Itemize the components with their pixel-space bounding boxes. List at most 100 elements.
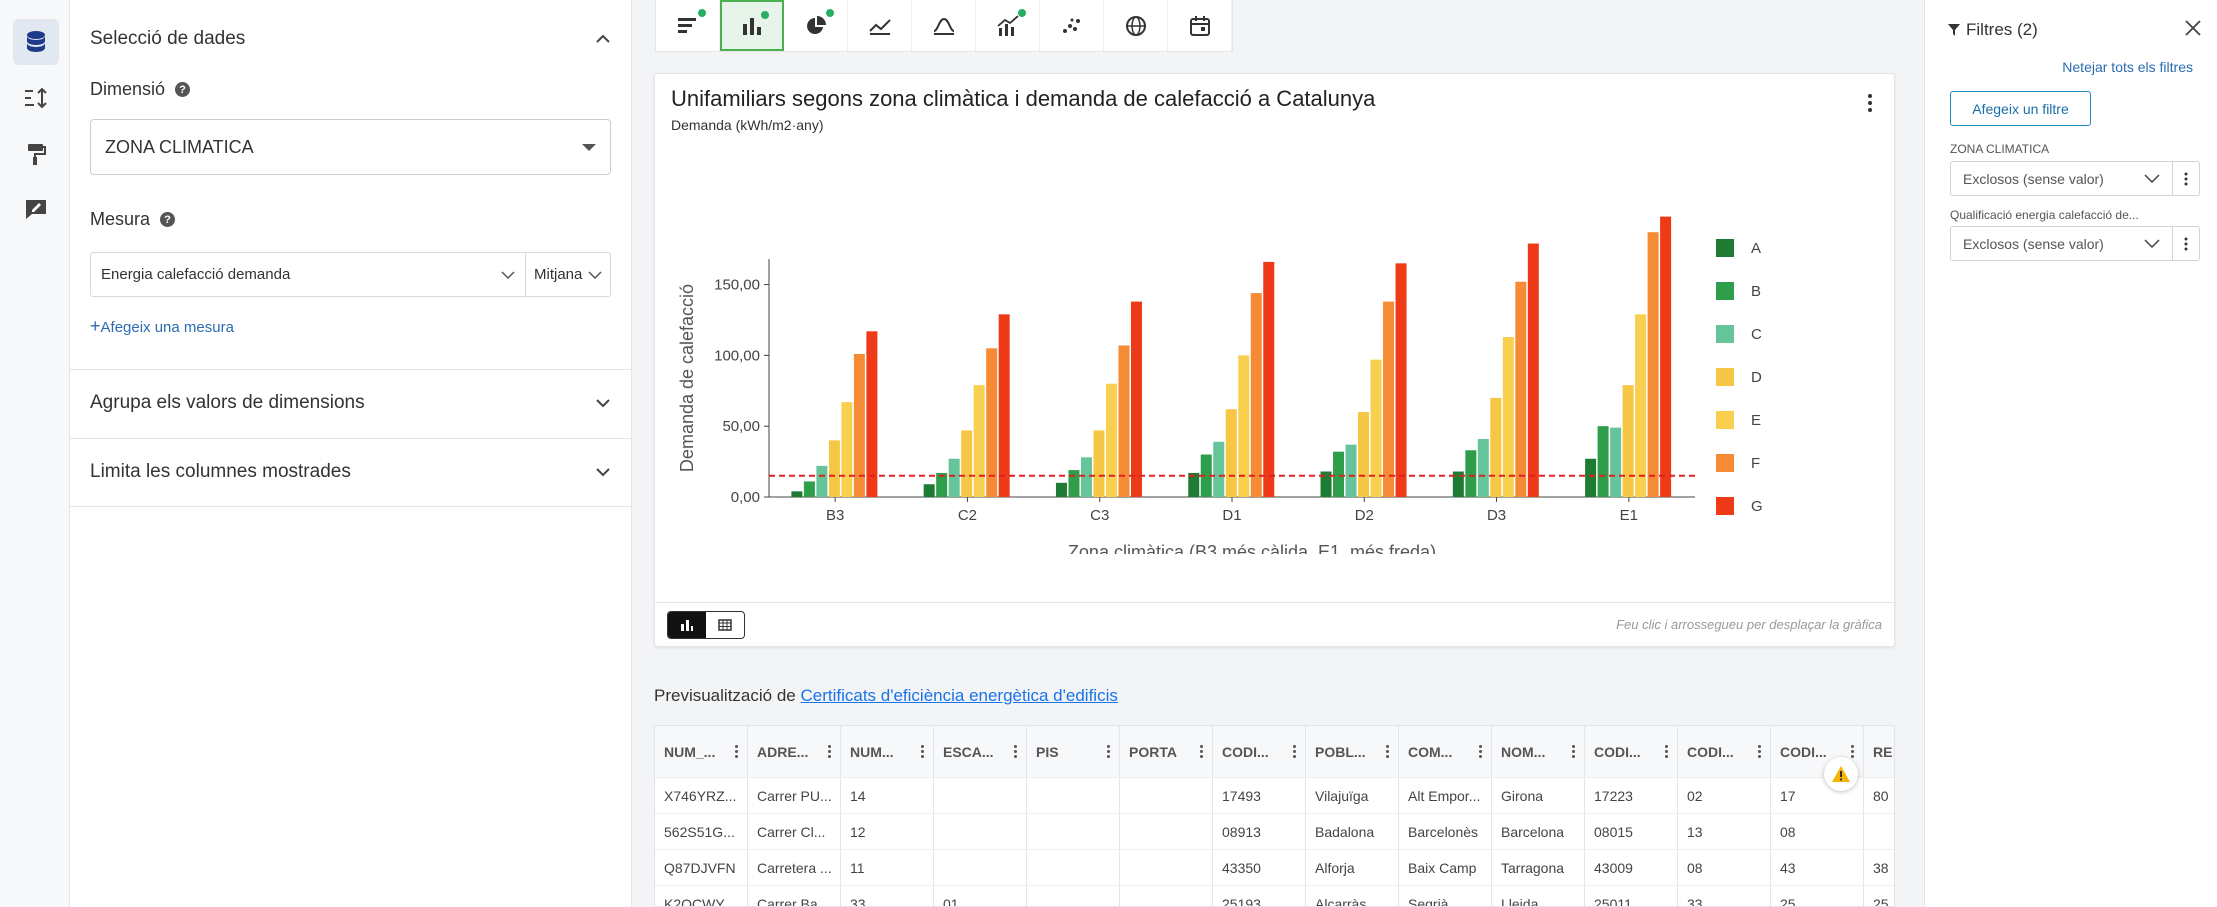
divider	[70, 506, 631, 507]
database-icon[interactable]	[13, 19, 59, 65]
dataset-link[interactable]: Certificats d'eficiència energètica d'ed…	[800, 686, 1117, 705]
preview-prefix: Previsualització de	[654, 686, 796, 705]
table-row[interactable]: X746YRZ... Carrer PU... 14 17493 Vilajuïga Al…	[655, 778, 1894, 814]
data-selection-header[interactable]: Selecció de dades	[90, 28, 611, 50]
column-header[interactable]: ESCA...	[934, 726, 1027, 777]
column-header[interactable]: RE	[1864, 726, 1894, 777]
dropdown-arrow-icon	[582, 143, 596, 151]
bar	[973, 385, 985, 497]
chart-type-scatter[interactable]	[1040, 0, 1104, 51]
plus-icon: +	[90, 316, 101, 336]
chart-type-line[interactable]	[848, 0, 912, 51]
chart-view-button[interactable]	[668, 612, 706, 638]
column-header[interactable]: CODI...	[1678, 726, 1771, 777]
table-cell: Badalona	[1306, 814, 1399, 849]
x-tick-label: C3	[1090, 507, 1109, 524]
column-menu-icon[interactable]	[735, 745, 738, 758]
table-cell: 01	[934, 886, 1027, 906]
chart-type-pie[interactable]	[784, 0, 848, 51]
column-menu-icon[interactable]	[828, 745, 831, 758]
divider	[70, 438, 631, 439]
filters-panel: Filtres (2) Netejar tots els filtres Afe…	[1924, 0, 2217, 907]
bar	[791, 491, 803, 497]
group-values-header[interactable]: Agrupa els valors de dimensions	[90, 392, 611, 414]
chevron-down-icon	[501, 270, 515, 279]
limit-columns-header[interactable]: Limita les columnes mostrades	[90, 461, 611, 483]
table-cell: 08015	[1585, 814, 1678, 849]
filter-value-select[interactable]: Exclosos (sense valor)	[1951, 227, 2172, 260]
column-header[interactable]: PORTA	[1120, 726, 1213, 777]
warning-icon[interactable]	[1824, 757, 1858, 791]
table-icon	[718, 619, 732, 631]
y-tick-label: 150,00	[714, 277, 760, 294]
close-icon[interactable]	[2183, 18, 2203, 38]
column-header[interactable]: CODI...	[1585, 726, 1678, 777]
column-menu-icon[interactable]	[1014, 745, 1017, 758]
column-header[interactable]: POBL...	[1306, 726, 1399, 777]
filter-value-select[interactable]: Exclosos (sense valor)	[1951, 162, 2172, 195]
help-icon[interactable]: ?	[160, 212, 176, 227]
column-header[interactable]: NUM...	[841, 726, 934, 777]
column-header[interactable]: NOM...	[1492, 726, 1585, 777]
clear-all-filters-link[interactable]: Netejar tots els filtres	[2062, 59, 2193, 75]
add-filter-button[interactable]: Afegeix un filtre	[1950, 91, 2091, 126]
paint-roller-icon[interactable]	[13, 131, 59, 177]
measure-field-select[interactable]: Energia calefacció demanda	[91, 253, 526, 296]
column-menu-icon[interactable]	[1758, 745, 1761, 758]
bar	[841, 402, 853, 497]
filter-options-icon[interactable]	[2172, 227, 2199, 260]
table-view-button[interactable]	[706, 612, 744, 638]
table-cell: 25	[1771, 886, 1864, 906]
column-menu-icon[interactable]	[1386, 745, 1389, 758]
help-icon[interactable]: ?	[175, 82, 191, 97]
x-tick-label: C2	[958, 507, 977, 524]
bar	[1585, 458, 1597, 497]
column-menu-icon[interactable]	[1851, 745, 1854, 758]
column-header[interactable]: ADRE...	[748, 726, 841, 777]
dimension-label: Dimensió	[90, 79, 166, 99]
bar	[998, 314, 1010, 497]
column-menu-icon[interactable]	[1479, 745, 1482, 758]
table-cell: 43350	[1213, 850, 1306, 885]
chart-type-combo[interactable]	[976, 0, 1040, 51]
dimension-select[interactable]: ZONA CLIMATICA	[90, 119, 611, 175]
more-options-icon[interactable]	[1868, 94, 1872, 112]
column-menu-icon[interactable]	[921, 745, 924, 758]
chart-type-horizontal-bar[interactable]	[656, 0, 720, 51]
column-header-label: NOM...	[1501, 743, 1546, 760]
legend-swatch	[1716, 411, 1734, 429]
column-menu-icon[interactable]	[1200, 745, 1203, 758]
add-measure-button[interactable]: +Afegeix una mesura	[90, 316, 234, 337]
chevron-down-icon	[2144, 174, 2160, 183]
table-header-row: NUM_... ADRE... NUM... ESCA... PIS PORTA CODI.…	[655, 726, 1894, 778]
column-menu-icon[interactable]	[1572, 745, 1575, 758]
filter-options-icon[interactable]	[2172, 162, 2199, 195]
table-cell: 25011	[1585, 886, 1678, 906]
column-header[interactable]: NUM_...	[655, 726, 748, 777]
y-tick-label: 0,00	[731, 489, 760, 506]
bar	[948, 458, 960, 497]
column-header-label: ADRE...	[757, 743, 809, 760]
column-header[interactable]: PIS	[1027, 726, 1120, 777]
chevron-down-icon	[588, 270, 602, 279]
divider	[70, 369, 631, 370]
column-header[interactable]: CODI...	[1213, 726, 1306, 777]
column-menu-icon[interactable]	[1665, 745, 1668, 758]
chart-type-map[interactable]	[1104, 0, 1168, 51]
chart-type-calendar[interactable]	[1168, 0, 1232, 51]
table-row[interactable]: Q87DJVFN Carretera ... 11 43350 Alforja Baix …	[655, 850, 1894, 886]
column-menu-icon[interactable]	[1293, 745, 1296, 758]
annotation-icon[interactable]	[13, 186, 59, 232]
chart-type-toolbar	[655, 0, 1233, 52]
chart-type-area[interactable]	[912, 0, 976, 51]
column-header[interactable]: COM...	[1399, 726, 1492, 777]
column-menu-icon[interactable]	[1107, 745, 1110, 758]
table-row[interactable]: K2OCWY... Carrer Ba... 33 01 25193 Alcarràs Se…	[655, 886, 1894, 906]
bar-chart[interactable]: 0,00 50,00 100,00 150,00 Demanda de calefacc…	[655, 134, 1896, 554]
table-row[interactable]: 562S51G... Carrer Cl... 12 08913 Badalona Bar…	[655, 814, 1894, 850]
measure-aggregation-select[interactable]: Mitjana	[526, 253, 610, 296]
bar	[866, 331, 878, 497]
chart-type-bar[interactable]	[720, 0, 784, 51]
sort-icon[interactable]	[13, 75, 59, 121]
legend-label: G	[1751, 498, 1763, 515]
